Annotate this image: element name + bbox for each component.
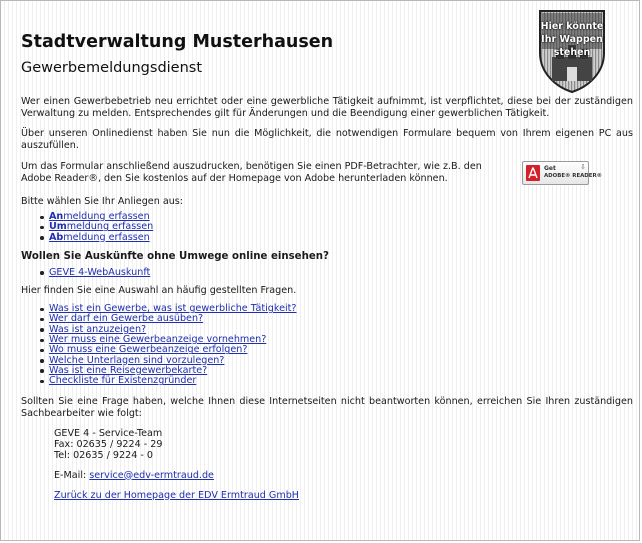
webauskunft-link[interactable]: GEVE 4-WebAuskunft [49,267,150,278]
get-adobe-reader-button[interactable]: Get ADOBE® READER® ⇩ [522,161,602,185]
abmeldung-link[interactable]: Abmeldung erfassen [49,232,150,243]
download-arrow-icon: ⇩ [580,163,586,171]
page-subtitle: Gewerbemeldungsdienst [21,60,203,76]
adobe-reader-label: ADOBE® READER® [544,173,602,179]
list-item: Checkliste für Existenzgründer [40,375,633,386]
contact-team: GEVE 4 - Service-Team [54,427,163,439]
action-list: Anmeldung erfassen Ummeldung erfassen Ab… [21,211,633,243]
link-rest: meldung erfassen [63,231,150,243]
back-link-line: Zurück zu der Homepage der EDV Ermtraud … [54,490,633,501]
faq-list: Was ist ein Gewerbe, was ist gewerbliche… [21,304,633,386]
contact-block: GEVE 4 - Service-Team Fax: 02635 / 9224 … [54,428,633,501]
pdf-info: Um das Formular anschließend auszudrucke… [21,161,633,187]
list-item: GEVE 4-WebAuskunft [40,267,633,278]
adobe-logo-icon [526,165,540,181]
contact-tel: Tel: 02635 / 9224 - 0 [54,449,154,461]
page: Hier könnte Ihr Wappen stehen Stadtverwa… [0,0,640,541]
contact-email-line: E-Mail: service@edv-ermtraud.de [54,470,633,481]
online-service-paragraph: Über unseren Onlinedienst haben Sie nun … [21,128,633,151]
main-content: Stadtverwaltung Musterhausen Gewerbemeld… [21,31,633,501]
faq-link[interactable]: Checkliste für Existenzgründer [49,375,196,386]
online-heading: Wollen Sie Auskünfte ohne Umwege online … [21,250,329,262]
email-label: E-Mail: [54,469,90,481]
email-link[interactable]: service@edv-ermtraud.de [89,470,214,481]
webauskunft-list: GEVE 4-WebAuskunft [21,267,633,278]
back-to-homepage-link[interactable]: Zurück zu der Homepage der EDV Ermtraud … [54,490,299,501]
link-prefix: Ab [49,231,64,243]
choose-prompt: Bitte wählen Sie Ihr Anliegen aus: [21,196,184,207]
intro-paragraph: Wer einen Gewerbebetrieb neu errichtet o… [21,96,633,119]
faq-intro: Hier finden Sie eine Auswahl an häufig g… [21,285,297,297]
list-item: Abmeldung erfassen [40,232,633,243]
page-title: Stadtverwaltung Musterhausen [21,32,334,52]
pdf-paragraph: Um das Formular anschließend auszudrucke… [21,161,482,184]
question-paragraph: Sollten Sie eine Frage haben, welche Ihn… [21,395,633,419]
adobe-get-label: Get [544,165,556,172]
contact-fax: Fax: 02635 / 9224 - 29 [54,438,163,450]
